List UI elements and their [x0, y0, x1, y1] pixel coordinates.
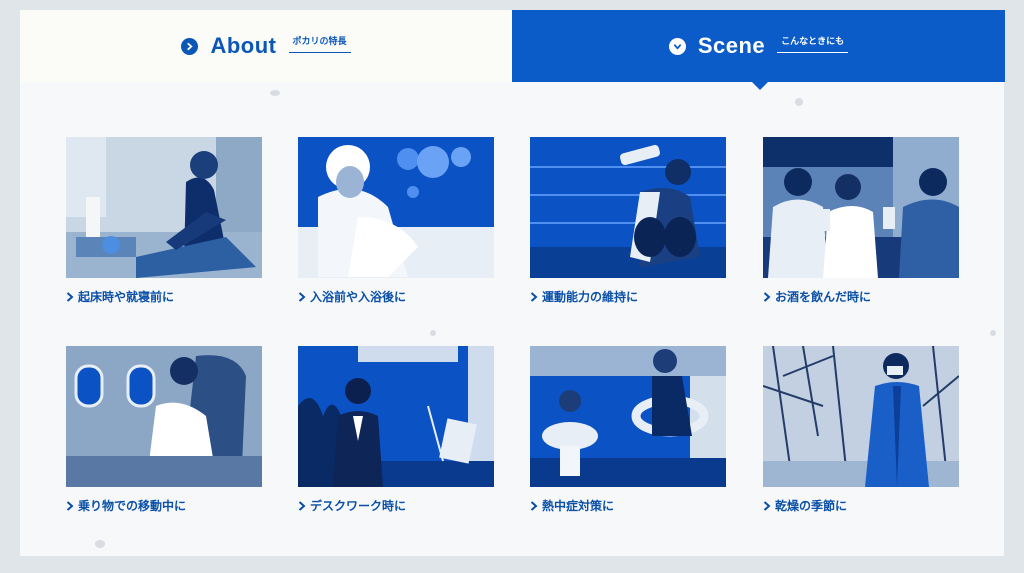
chevron-right-icon — [763, 291, 771, 302]
scene-caption: 入浴前や入浴後に — [310, 290, 407, 304]
chevron-right-circle-icon — [181, 37, 199, 55]
scene-card-dry-season[interactable]: 乾燥の季節に — [763, 346, 959, 514]
tab-about[interactable]: About ポカリの特長 — [20, 10, 512, 82]
chevron-right-icon — [530, 291, 538, 302]
tab-about-label: About — [210, 33, 277, 58]
scene-caption: 乗り物での移動中に — [78, 499, 187, 513]
scene-caption: 起床時や就寝前に — [78, 290, 175, 304]
chevron-right-icon — [530, 500, 538, 511]
scene-card-desk[interactable]: デスクワーク時に — [298, 346, 494, 514]
decorative-droplet — [95, 540, 105, 548]
scene-caption: デスクワーク時に — [310, 499, 407, 513]
active-tab-pointer — [752, 82, 768, 90]
chevron-right-icon — [763, 500, 771, 511]
scene-caption: 熱中症対策に — [542, 499, 615, 513]
decorative-droplet — [795, 98, 803, 106]
scene-card-drinking[interactable]: お酒を飲んだ時に — [763, 137, 959, 305]
scene-card-travel[interactable]: 乗り物での移動中に — [66, 346, 262, 514]
scene-image-airplane — [66, 346, 262, 487]
scene-image-man-waking — [66, 137, 262, 278]
tab-scene[interactable]: Scene こんなときにも — [512, 10, 1005, 82]
scene-image-friends-toasting — [763, 137, 959, 278]
scene-image-winter — [763, 346, 959, 487]
tab-scene-label: Scene — [697, 33, 766, 58]
tab-scene-sub: こんなときにも — [777, 34, 849, 53]
decorative-droplet — [990, 330, 996, 336]
scene-caption: 運動能力の維持に — [542, 290, 639, 304]
scene-card-exercise[interactable]: 運動能力の維持に — [530, 137, 726, 305]
scene-card-heatstroke[interactable]: 熱中症対策に — [530, 346, 726, 514]
decorative-droplet — [270, 90, 280, 96]
tab-about-sub: ポカリの特長 — [288, 34, 351, 53]
scene-image-desk-work — [298, 346, 494, 487]
scene-image-woman-bath — [298, 137, 494, 278]
scene-card-wakeup[interactable]: 起床時や就寝前に — [66, 137, 262, 305]
chevron-right-icon — [66, 500, 74, 511]
chevron-right-icon — [298, 291, 306, 302]
scene-caption: お酒を飲んだ時に — [775, 290, 872, 304]
decorative-droplet — [430, 330, 436, 336]
scene-card-bath[interactable]: 入浴前や入浴後に — [298, 137, 494, 305]
scene-image-boxer — [530, 137, 726, 278]
scene-caption: 乾燥の季節に — [775, 499, 848, 513]
chevron-down-circle-icon — [668, 37, 686, 55]
scene-image-kids-swim — [530, 346, 726, 487]
chevron-right-icon — [66, 291, 74, 302]
chevron-right-icon — [298, 500, 306, 511]
